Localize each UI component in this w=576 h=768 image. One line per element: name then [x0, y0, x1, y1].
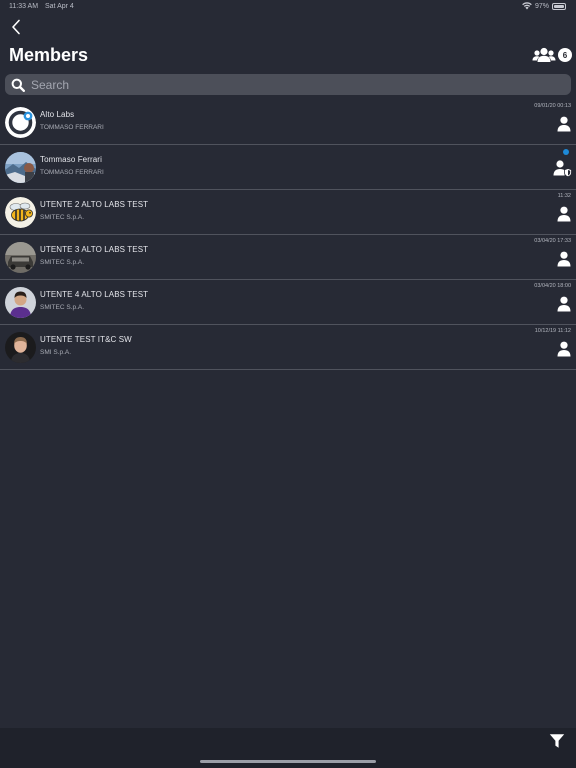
avatar-alto-labs-logo	[5, 107, 36, 138]
wifi-icon	[522, 2, 532, 10]
member-row-utente-2[interactable]: UTENTE 2 ALTO LABS TEST SMITEC S.p.A. 11…	[0, 190, 576, 235]
page-title: Members	[9, 45, 89, 65]
group-members-button[interactable]	[532, 45, 556, 65]
avatar-photo-landscape	[5, 152, 36, 183]
battery-fill	[554, 4, 564, 8]
member-timestamp: 03/04/20 18:00	[534, 283, 571, 289]
member-timestamp: 09/01/20 00:13	[534, 103, 571, 109]
member-company: SMITEC S.p.A.	[40, 304, 85, 311]
member-name: UTENTE 3 ALTO LABS TEST	[40, 245, 149, 254]
search-input[interactable]	[31, 77, 551, 92]
filter-button[interactable]	[549, 733, 565, 749]
user-admin-icon	[553, 159, 572, 178]
member-name: UTENTE 2 ALTO LABS TEST	[40, 200, 149, 209]
status-bar: 11:33 AM Sat Apr 4 97%	[0, 0, 576, 14]
member-row-utente-4[interactable]: UTENTE 4 ALTO LABS TEST SMITEC S.p.A. 03…	[0, 280, 576, 325]
member-name: UTENTE 4 ALTO LABS TEST	[40, 290, 149, 299]
member-row-utente-3[interactable]: UTENTE 3 ALTO LABS TEST SMITEC S.p.A. 03…	[0, 235, 576, 280]
member-timestamp: 10/12/19 11:12	[534, 328, 571, 334]
member-list: Alto Labs TOMMASO FERRARI 09/01/20 00:13…	[0, 100, 576, 370]
battery-icon	[552, 2, 566, 10]
member-name: Tommaso Ferrari	[40, 155, 102, 164]
status-date: Sat Apr 4	[45, 3, 74, 10]
member-company: SMITEC S.p.A.	[40, 259, 85, 266]
avatar-bee-cartoon	[5, 197, 36, 228]
avatar-photo-person-dark	[5, 332, 36, 363]
avatar-photo-car	[5, 242, 36, 273]
member-company: SMI S.p.A.	[40, 349, 72, 356]
member-row-utente-test-itc-sw[interactable]: UTENTE TEST IT&C SW SMI S.p.A. 10/12/19 …	[0, 325, 576, 370]
online-status-dot	[563, 149, 569, 155]
user-icon	[557, 206, 571, 222]
home-indicator[interactable]	[200, 760, 376, 763]
member-name: UTENTE TEST IT&C SW	[40, 335, 132, 344]
member-row-tommaso-ferrari[interactable]: Tommaso Ferrari TOMMASO FERRARI	[0, 145, 576, 190]
status-time: 11:33 AM	[9, 3, 39, 10]
member-row-alto-labs[interactable]: Alto Labs TOMMASO FERRARI 09/01/20 00:13	[0, 100, 576, 145]
user-icon	[557, 341, 571, 357]
user-icon	[557, 251, 571, 267]
user-icon	[557, 296, 571, 312]
search-bar[interactable]	[5, 74, 571, 95]
member-company: TOMMASO FERRARI	[40, 124, 104, 131]
back-button[interactable]	[6, 17, 26, 37]
member-company: TOMMASO FERRARI	[40, 169, 104, 176]
battery-percent: 97%	[534, 2, 549, 10]
member-company: SMITEC S.p.A.	[40, 214, 85, 221]
chevron-left-icon	[12, 19, 20, 35]
member-name: Alto Labs	[40, 110, 75, 119]
member-timestamp: 03/04/20 17:33	[534, 238, 571, 244]
status-indicators: 97%	[522, 2, 566, 10]
member-count-badge: 6	[558, 48, 572, 62]
member-timestamp: 11:32	[557, 193, 571, 199]
bottom-toolbar	[0, 728, 576, 768]
user-icon	[557, 116, 571, 132]
avatar-photo-person-purple	[5, 287, 36, 318]
users-group-icon	[532, 47, 556, 62]
search-icon	[11, 78, 25, 92]
filter-icon	[549, 734, 565, 748]
